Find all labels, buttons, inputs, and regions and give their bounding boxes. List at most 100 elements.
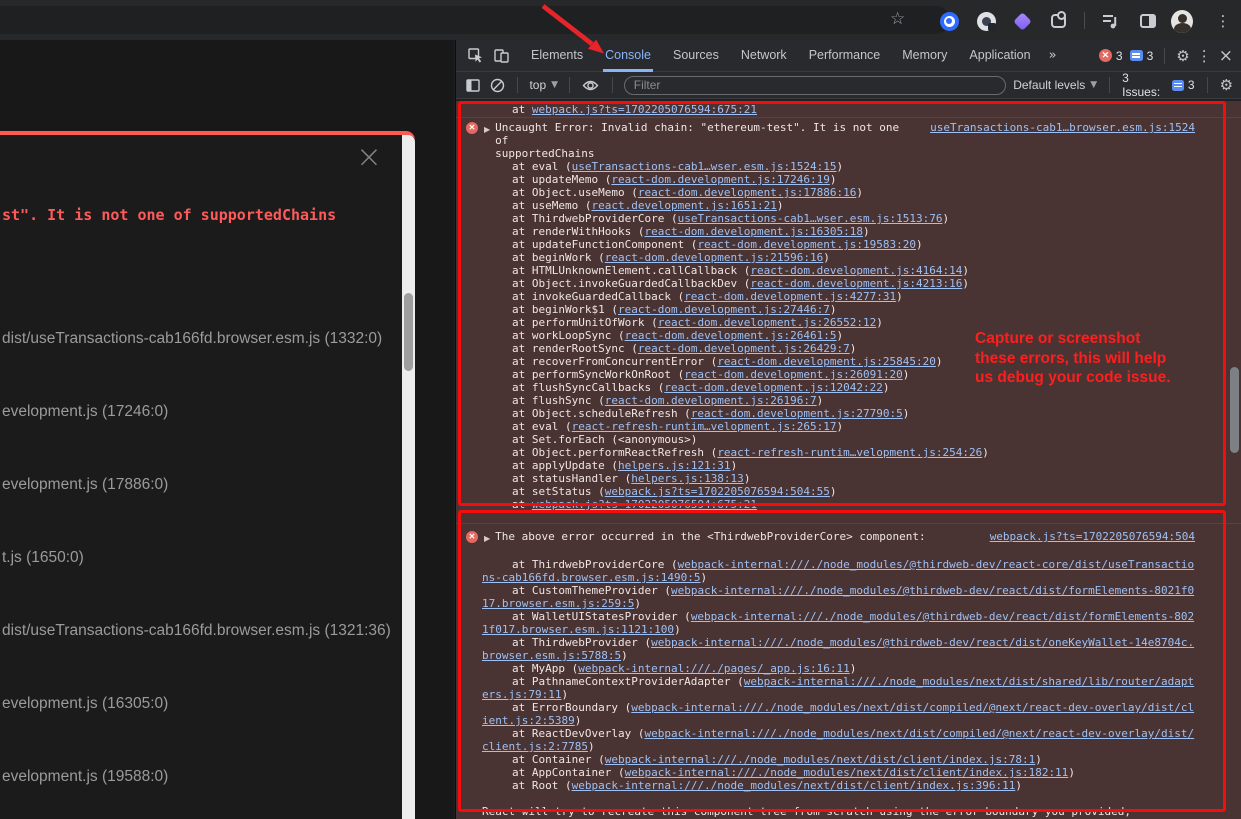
extension-gray-circle-icon[interactable] xyxy=(975,10,997,32)
avatar[interactable] xyxy=(1171,10,1193,32)
clear-console-icon[interactable] xyxy=(489,69,507,101)
device-toolbar-icon[interactable] xyxy=(488,40,514,72)
stack-frame: at beginWork$1 (react-dom.development.js… xyxy=(512,303,1195,316)
divider xyxy=(1109,77,1110,93)
settings-gear-icon[interactable]: ⚙ xyxy=(1176,47,1189,65)
stack-link[interactable]: react-dom.development.js:26429:7 xyxy=(638,342,850,355)
stack-link[interactable]: react-dom.development.js:4164:14 xyxy=(750,264,962,277)
stack-frame: at Set.forEach (<anonymous>) xyxy=(512,433,1195,446)
issues-badge[interactable]: 3 Issues: 3 xyxy=(1122,71,1194,99)
stack-frame: at updateFunctionComponent (react-dom.de… xyxy=(512,238,1195,251)
filter-input[interactable] xyxy=(624,76,1006,95)
toolbar-separator xyxy=(1084,12,1085,29)
stack-link[interactable]: react-dom.development.js:26091:20 xyxy=(684,368,903,381)
stack-link[interactable]: react-refresh-runtim…velopment.js:265:17 xyxy=(572,420,837,433)
stack-link[interactable]: react-dom.development.js:19583:20 xyxy=(697,238,916,251)
stack-link[interactable]: react-dom.development.js:12042:22 xyxy=(664,381,883,394)
stack-link[interactable]: webpack-internal:///./node_modules/next/… xyxy=(605,753,1035,766)
expand-triangle-icon[interactable]: ▶ xyxy=(484,532,490,545)
stack-link[interactable]: react-dom.development.js:17246:19 xyxy=(611,173,830,186)
stack-link[interactable]: react-dom.development.js:27790:5 xyxy=(691,407,903,420)
stack-frame: at WalletUIStatesProvider (webpack-inter… xyxy=(482,610,1195,636)
stack-link[interactable]: webpack-internal:///./node_modules/next/… xyxy=(482,727,1194,753)
overlay-frame: dist/useTransactions-cab166fd.browser.es… xyxy=(2,331,395,347)
address-bar[interactable] xyxy=(0,6,950,34)
source-location-link[interactable]: useTransactions-cab1…browser.esm.js:1524 xyxy=(930,121,1195,134)
more-tabs-icon[interactable]: » xyxy=(1049,48,1057,63)
stack-link[interactable]: react-dom.development.js:17886:16 xyxy=(638,186,857,199)
error-count-badge[interactable]: ✕ 3 xyxy=(1099,49,1123,63)
extensions-puzzle-icon[interactable] xyxy=(1047,10,1069,32)
error-message: Uncaught Error: Invalid chain: "ethereum… xyxy=(495,121,916,160)
overlay-frame: dist/useTransactions-cab166fd.browser.es… xyxy=(2,623,395,639)
stack-link[interactable]: react-dom.development.js:21596:16 xyxy=(605,251,824,264)
bookmark-star-icon[interactable]: ☆ xyxy=(890,9,905,29)
divider xyxy=(1207,77,1208,93)
stack-link[interactable]: webpack-internal:///./node_modules/@thir… xyxy=(482,636,1194,662)
stack-link[interactable]: webpack-internal:///./pages/_app.js:16:1… xyxy=(578,662,850,675)
extension-blue-circle-icon[interactable] xyxy=(938,10,960,32)
expand-triangle-icon[interactable]: ▶ xyxy=(484,123,490,136)
playlist-icon[interactable] xyxy=(1100,10,1122,32)
console-messages: at webpack.js?ts=1702205076594:675:21 ✕ … xyxy=(456,101,1241,819)
tab-elements[interactable]: Elements xyxy=(520,40,594,72)
context-selector[interactable]: top▼ xyxy=(529,78,558,92)
devtools-menu-kebab-icon[interactable]: ⋮ xyxy=(1197,47,1212,65)
stack-frame: at CustomThemeProvider (webpack-internal… xyxy=(482,584,1195,610)
stack-link[interactable]: webpack.js?ts=1702205076594:675:21 xyxy=(532,498,757,511)
stack-link[interactable]: react-dom.development.js:26461:5 xyxy=(625,329,837,342)
side-panel-icon[interactable] xyxy=(1137,10,1159,32)
stack-link[interactable]: webpack.js?ts=1702205076594:504:55 xyxy=(605,485,830,498)
message-count-badge[interactable]: 3 xyxy=(1130,49,1154,63)
stack-link[interactable]: helpers.js:121:31 xyxy=(618,459,731,472)
overlay-scrollbar-thumb[interactable] xyxy=(404,293,413,371)
stack-link[interactable]: react-dom.development.js:27446:7 xyxy=(618,303,830,316)
tab-network[interactable]: Network xyxy=(730,40,798,72)
console-sidebar-icon[interactable] xyxy=(464,69,482,101)
tab-console[interactable]: Console xyxy=(594,40,662,72)
overlay-frame: t.js (1650:0) xyxy=(2,550,395,566)
nextjs-error-overlay: × st". It is not one of supportedChains … xyxy=(0,131,415,819)
console-error-1: ✕ ▶ Uncaught Error: Invalid chain: "ethe… xyxy=(456,118,1241,524)
stack-link[interactable]: react.development.js:1651:21 xyxy=(591,199,776,212)
stack-link[interactable]: helpers.js:138:13 xyxy=(631,472,744,485)
tab-performance[interactable]: Performance xyxy=(798,40,892,72)
stack-link[interactable]: webpack-internal:///./node_modules/@thir… xyxy=(482,610,1194,636)
divider xyxy=(517,77,518,93)
stack-link[interactable]: webpack.js?ts=1702205076594:675:21 xyxy=(532,103,757,116)
stack-link[interactable]: react-refresh-runtim…velopment.js:254:26 xyxy=(717,446,982,459)
log-levels-selector[interactable]: Default levels▼ xyxy=(1013,78,1097,92)
source-location-link[interactable]: webpack.js?ts=1702205076594:504 xyxy=(990,530,1195,543)
stack-link[interactable]: webpack-internal:///./node_modules/@thir… xyxy=(482,584,1194,610)
devtools-close-icon[interactable]: × xyxy=(1219,46,1233,66)
close-icon[interactable]: × xyxy=(352,141,386,175)
console-scrollbar-thumb[interactable] xyxy=(1230,367,1239,453)
stack-link[interactable]: webpack-internal:///./node_modules/next/… xyxy=(482,701,1194,727)
stack-link[interactable]: useTransactions-cab1…wser.esm.js:1513:76 xyxy=(678,212,943,225)
stack-link[interactable]: react-dom.development.js:25845:20 xyxy=(717,355,936,368)
tab-application[interactable]: Application xyxy=(958,40,1041,72)
stack-link[interactable]: react-dom.development.js:26552:12 xyxy=(658,316,877,329)
stack-link[interactable]: webpack-internal:///./node_modules/next/… xyxy=(482,675,1194,701)
tab-sources[interactable]: Sources xyxy=(662,40,730,72)
divider xyxy=(612,77,613,93)
stack-link[interactable]: webpack-internal:///./node_modules/next/… xyxy=(572,779,1016,792)
stack-link[interactable]: webpack-internal:///./node_modules/next/… xyxy=(625,766,1069,779)
browser-toolbar: ☆ ⋮ xyxy=(0,0,1241,40)
console-settings-gear-icon[interactable]: ⚙ xyxy=(1220,76,1233,94)
stack-link[interactable]: react-dom.development.js:16305:18 xyxy=(644,225,863,238)
tab-memory[interactable]: Memory xyxy=(891,40,958,72)
stack-link[interactable]: useTransactions-cab1…wser.esm.js:1524:15 xyxy=(572,160,837,173)
extension-purple-diamond-icon[interactable] xyxy=(1011,10,1033,32)
stack-link[interactable]: react-dom.development.js:4277:31 xyxy=(684,290,896,303)
overlay-stack-frames: dist/useTransactions-cab166fd.browser.es… xyxy=(2,331,395,819)
stack-link[interactable]: webpack-internal:///./node_modules/@thir… xyxy=(482,558,1194,584)
live-expression-eye-icon[interactable] xyxy=(581,69,601,101)
divider xyxy=(1164,48,1165,64)
overlay-scrollbar[interactable] xyxy=(402,135,415,819)
inspect-element-icon[interactable] xyxy=(462,40,488,72)
browser-menu-kebab-icon[interactable]: ⋮ xyxy=(1212,10,1234,32)
stack-frame: at invokeGuardedCallback (react-dom.deve… xyxy=(512,290,1195,303)
stack-link[interactable]: react-dom.development.js:26196:7 xyxy=(605,394,817,407)
stack-link[interactable]: react-dom.development.js:4213:16 xyxy=(750,277,962,290)
